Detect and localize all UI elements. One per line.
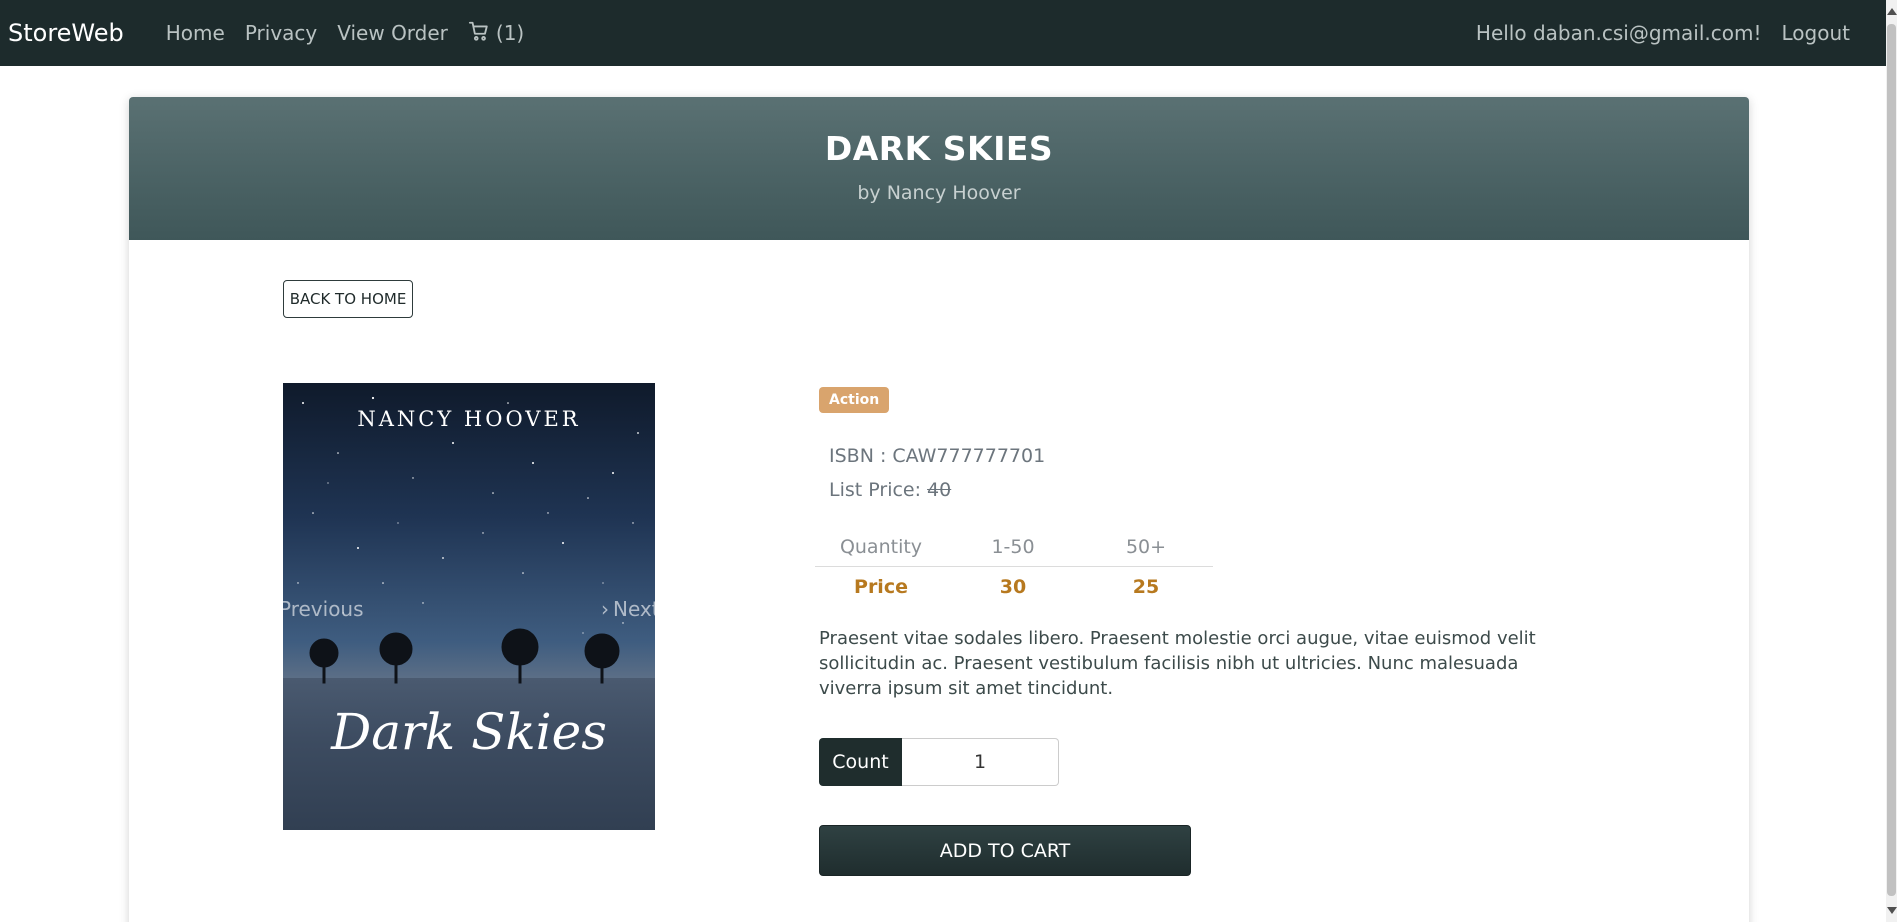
isbn-text: ISBN : CAW777777701 (829, 445, 1046, 467)
count-input-group: Count (819, 738, 1059, 786)
scroll-up-icon[interactable] (1887, 8, 1897, 15)
logout-link[interactable]: Logout (1782, 21, 1850, 45)
price-label: Price (854, 576, 908, 598)
price-header-quantity: Quantity (839, 535, 923, 558)
product-title: DARK SKIES (824, 129, 1054, 168)
carousel-next-label: Next (613, 597, 655, 621)
cart-count: (1) (495, 21, 525, 45)
cart-icon (468, 20, 490, 47)
cover-author-text: NANCY HOOVER (357, 407, 581, 431)
nav-link-view-order[interactable]: View Order (337, 21, 448, 45)
page-scrollbar[interactable] (1886, 0, 1897, 922)
product-author: by Nancy Hoover (857, 182, 1021, 204)
scroll-thumb[interactable] (1887, 24, 1896, 896)
product-description: Praesent vitae sodales libero. Praesent … (819, 628, 1536, 699)
list-price-value: 40 (927, 479, 952, 501)
list-price: List Price: 40 (829, 479, 951, 501)
brand-logo[interactable]: StoreWeb (8, 19, 124, 47)
nav-cart-link[interactable]: (1) (468, 20, 524, 47)
trees-decoration (309, 628, 620, 684)
navbar: StoreWeb Home Privacy View Order (1) Hel… (0, 0, 1886, 66)
nav-link-privacy[interactable]: Privacy (245, 21, 317, 45)
product-header: DARK SKIES by Nancy Hoover (129, 97, 1749, 240)
back-to-home-button[interactable]: BACK TO HOME (283, 280, 413, 318)
price-header-range-1: 1-50 (991, 535, 1035, 558)
product-cover-carousel: NANCY HOOVER Dark Skies Previous › Next (283, 383, 655, 830)
cover-title-text: Dark Skies (331, 703, 607, 761)
price-table-values: Price 30 25 (815, 567, 1213, 607)
category-badge: Action (819, 387, 890, 413)
carousel-prev-button[interactable]: Previous (283, 597, 364, 621)
count-label: Count (819, 738, 902, 786)
user-greeting[interactable]: Hello daban.csi@gmail.com! (1476, 21, 1762, 45)
price-value-2: 25 (1132, 576, 1160, 598)
nav-link-home[interactable]: Home (166, 21, 225, 45)
scroll-down-icon[interactable] (1887, 907, 1897, 914)
price-table-header: Quantity 1-50 50+ (815, 527, 1213, 567)
add-to-cart-button[interactable]: ADD TO CART (819, 825, 1191, 876)
product-card: DARK SKIES by Nancy Hoover BACK TO HOME (129, 97, 1749, 922)
nav-right: Hello daban.csi@gmail.com! Logout (1456, 21, 1850, 45)
chevron-right-icon: › (601, 597, 609, 621)
list-price-label: List Price: (829, 479, 928, 501)
count-input[interactable] (902, 738, 1059, 786)
price-header-range-2: 50+ (1125, 535, 1167, 558)
price-value-1: 30 (999, 576, 1027, 598)
price-table: Quantity 1-50 50+ Price 30 25 (815, 527, 1213, 607)
carousel-next-button[interactable]: › Next (601, 597, 655, 621)
